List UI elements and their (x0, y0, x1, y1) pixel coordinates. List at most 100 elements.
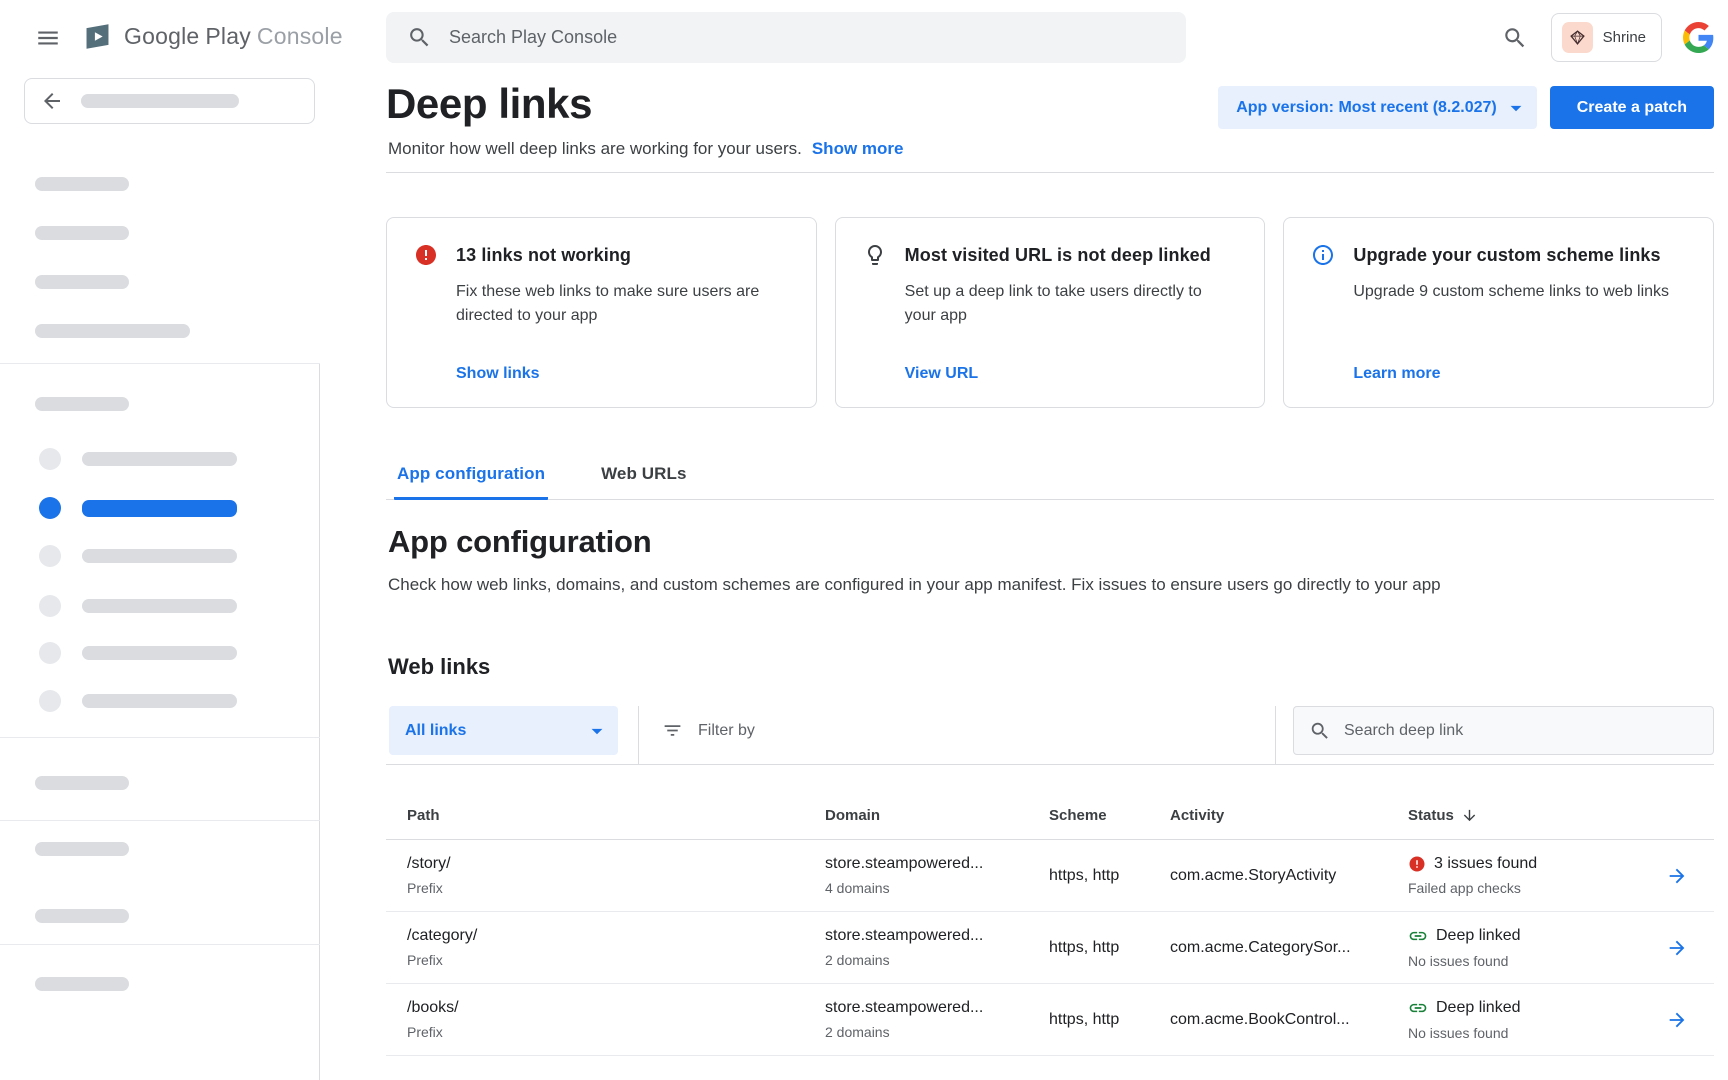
sidebar-nav-item[interactable] (39, 545, 237, 567)
sidebar-nav-item[interactable] (39, 448, 237, 470)
card-most-visited-url: Most visited URL is not deep linked Set … (835, 217, 1266, 408)
table-header-row: Path Domain Scheme Activity Status (386, 765, 1714, 840)
back-button[interactable] (24, 78, 315, 124)
global-search-bar[interactable] (386, 12, 1186, 63)
insight-cards: 13 links not working Fix these web links… (386, 217, 1714, 408)
filter-by-button[interactable]: Filter by (662, 706, 755, 755)
column-header-domain: Domain (825, 807, 1049, 839)
card-links-not-working: 13 links not working Fix these web links… (386, 217, 817, 408)
status-detail: Failed app checks (1408, 880, 1660, 896)
sort-descending-icon (1461, 807, 1478, 824)
page-subtitle: Monitor how well deep links are working … (388, 139, 802, 159)
header-divider (386, 172, 1714, 173)
table-row: /books/ Prefix store.steampowered... 2 d… (386, 984, 1714, 1056)
sidebar-section-divider (0, 737, 320, 738)
card-header: Upgrade your custom scheme links (1311, 243, 1683, 267)
app-version-label: App version: Most recent (8.2.027) (1236, 99, 1497, 117)
app-configuration-heading: App configuration (388, 524, 652, 560)
google-logo[interactable] (1683, 22, 1714, 53)
dropdown-arrow-icon (1503, 95, 1529, 121)
sidebar-nav-item[interactable] (39, 595, 237, 617)
path-type: Prefix (407, 880, 825, 896)
row-actions-cell (1660, 863, 1714, 889)
deep-link-search[interactable] (1293, 706, 1714, 755)
path-value: /category/ (407, 927, 825, 945)
skeleton-bar (82, 599, 237, 613)
domain-count: 2 domains (825, 952, 1049, 968)
table-row: /story/ Prefix store.steampowered... 4 d… (386, 840, 1714, 912)
logo-word-console: Console (257, 23, 343, 50)
logo-word-play: Play (205, 23, 251, 50)
card-header: Most visited URL is not deep linked (863, 243, 1235, 267)
path-value: /story/ (407, 855, 825, 873)
app-configuration-description: Check how web links, domains, and custom… (388, 575, 1488, 595)
activity-cell: com.acme.BookControl... (1170, 1011, 1408, 1029)
column-header-scheme: Scheme (1049, 807, 1170, 839)
deep-link-search-input[interactable] (1344, 722, 1698, 740)
sidebar-nav-item-active[interactable] (39, 497, 237, 519)
secondary-search-button[interactable] (1500, 23, 1530, 53)
create-patch-button[interactable]: Create a patch (1550, 86, 1714, 129)
sidebar-section-divider (0, 944, 320, 945)
path-cell: /category/ Prefix (386, 927, 825, 968)
logo-word-google: Google (124, 23, 199, 50)
dropdown-arrow-icon (584, 718, 610, 744)
skeleton-bar (82, 500, 237, 517)
sidebar-item-skeleton (35, 275, 129, 289)
status-label: Status (1408, 807, 1454, 824)
toolbar-divider (1275, 706, 1276, 765)
card-title: 13 links not working (456, 245, 631, 266)
search-icon (1502, 25, 1528, 51)
show-more-link[interactable]: Show more (812, 139, 904, 159)
sidebar-item-skeleton (35, 177, 129, 191)
column-header-activity: Activity (1170, 807, 1408, 839)
tab-web-urls[interactable]: Web URLs (598, 464, 690, 500)
web-links-heading: Web links (388, 654, 490, 680)
status-cell: 3 issues found Failed app checks (1408, 855, 1660, 896)
shrine-app-icon (1562, 22, 1593, 53)
sidebar-section-divider (0, 363, 320, 364)
main-content: Deep links Monitor how well deep links a… (386, 75, 1714, 1080)
app-switcher-chip[interactable]: Shrine (1551, 13, 1662, 62)
column-header-status[interactable]: Status (1408, 807, 1660, 839)
play-console-logo[interactable]: Google Play Console (82, 21, 343, 52)
error-icon (1408, 855, 1426, 873)
diamond-icon (1569, 29, 1586, 46)
sidebar-nav-item[interactable] (39, 690, 237, 712)
show-links-link[interactable]: Show links (456, 365, 540, 383)
path-type: Prefix (407, 1024, 825, 1040)
sidebar-nav-item[interactable] (39, 642, 237, 664)
row-actions-cell (1660, 1007, 1714, 1033)
status-value: 3 issues found (1434, 855, 1537, 873)
nav-item-icon (39, 497, 61, 519)
filter-by-label: Filter by (698, 722, 755, 740)
open-link-details-button[interactable] (1664, 1007, 1690, 1033)
error-icon (414, 243, 438, 267)
hamburger-menu-button[interactable] (33, 23, 63, 53)
status-detail: No issues found (1408, 1025, 1660, 1041)
filter-icon (662, 720, 683, 741)
tab-app-configuration[interactable]: App configuration (394, 464, 548, 500)
card-title: Upgrade your custom scheme links (1353, 245, 1660, 266)
link-icon (1408, 926, 1428, 946)
app-version-dropdown[interactable]: App version: Most recent (8.2.027) (1218, 86, 1537, 129)
scheme-cell: https, http (1049, 867, 1170, 885)
learn-more-link[interactable]: Learn more (1353, 365, 1440, 383)
links-filter-dropdown[interactable]: All links (389, 706, 618, 755)
status-value: Deep linked (1436, 999, 1521, 1017)
open-link-details-button[interactable] (1664, 863, 1690, 889)
open-link-details-button[interactable] (1664, 935, 1690, 961)
web-links-toolbar: All links Filter by (386, 706, 1714, 765)
page-title: Deep links (386, 80, 592, 128)
view-url-link[interactable]: View URL (905, 365, 979, 383)
table-row: /item/ store.steampowered... Deep linked (386, 1056, 1714, 1080)
hamburger-menu-icon (35, 25, 61, 51)
scheme-cell: https, http (1049, 939, 1170, 957)
card-title: Most visited URL is not deep linked (905, 245, 1211, 266)
path-cell: /story/ Prefix (386, 855, 825, 896)
nav-item-icon (39, 642, 61, 664)
link-icon (1408, 998, 1428, 1018)
global-search-input[interactable] (449, 27, 1165, 48)
sidebar-item-skeleton (35, 909, 129, 923)
play-console-logo-text: Google Play Console (124, 23, 343, 50)
